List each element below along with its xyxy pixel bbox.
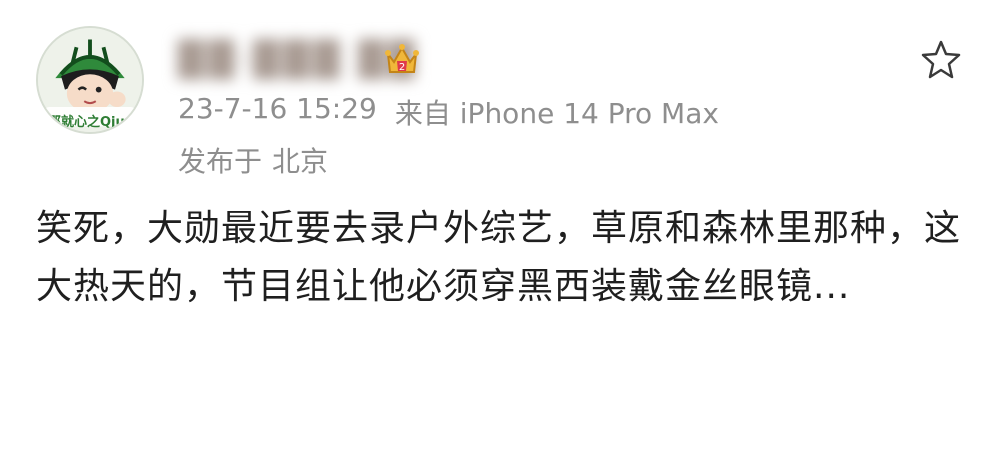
post-source: 来自 iPhone 14 Pro Max	[394, 97, 719, 130]
post-location: 发布于 北京	[178, 140, 328, 180]
post-timestamp: 23-7-16 15:29	[178, 92, 377, 125]
post-text: 笑死，大勋最近要去录户外综艺，草原和森林里那种，这大热天的，节目组让他必须穿黑西…	[36, 208, 962, 307]
badge-level: 2	[399, 62, 405, 73]
user-avatar[interactable]: 那就心之Qjup	[36, 26, 144, 134]
post-meta: 23-7-16 15:29 来自 iPhone 14 Pro Max	[178, 92, 719, 132]
crown-icon[interactable]: 2	[382, 40, 422, 80]
star-outline-icon[interactable]	[920, 38, 962, 80]
avatar-caption: 那就心之Qjup	[48, 115, 135, 130]
location-name: 北京	[272, 145, 329, 178]
location-prefix: 发布于	[178, 145, 263, 178]
weibo-post: 那就心之Qjup ██·███ ██ 2 23-7-16 15:29 来自 iP…	[0, 0, 1000, 450]
